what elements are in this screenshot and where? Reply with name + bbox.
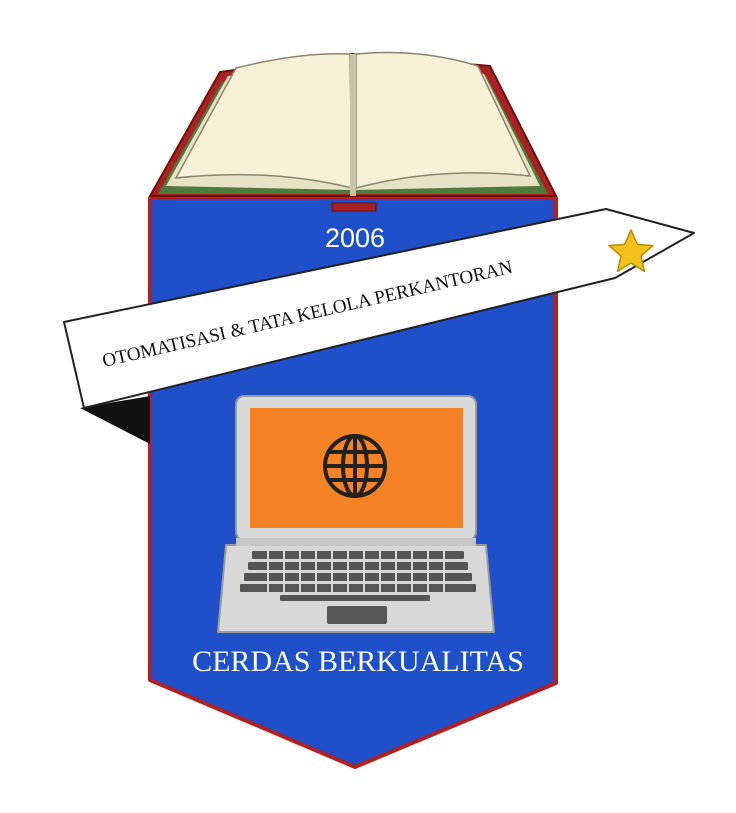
open-book-icon [149,51,557,212]
trackpad [327,606,387,624]
globe-icon [323,434,387,498]
emblem-canvas: 2006 OTOMATISASI & TATA KELOLA PERKANTOR… [63,51,695,769]
laptop-icon [217,395,495,633]
year-label: 2006 [325,223,385,253]
motto-label: CERDAS BERKUALITAS [192,645,524,678]
emblem-logo: 2006 OTOMATISASI & TATA KELOLA PERKANTOR… [0,0,736,813]
